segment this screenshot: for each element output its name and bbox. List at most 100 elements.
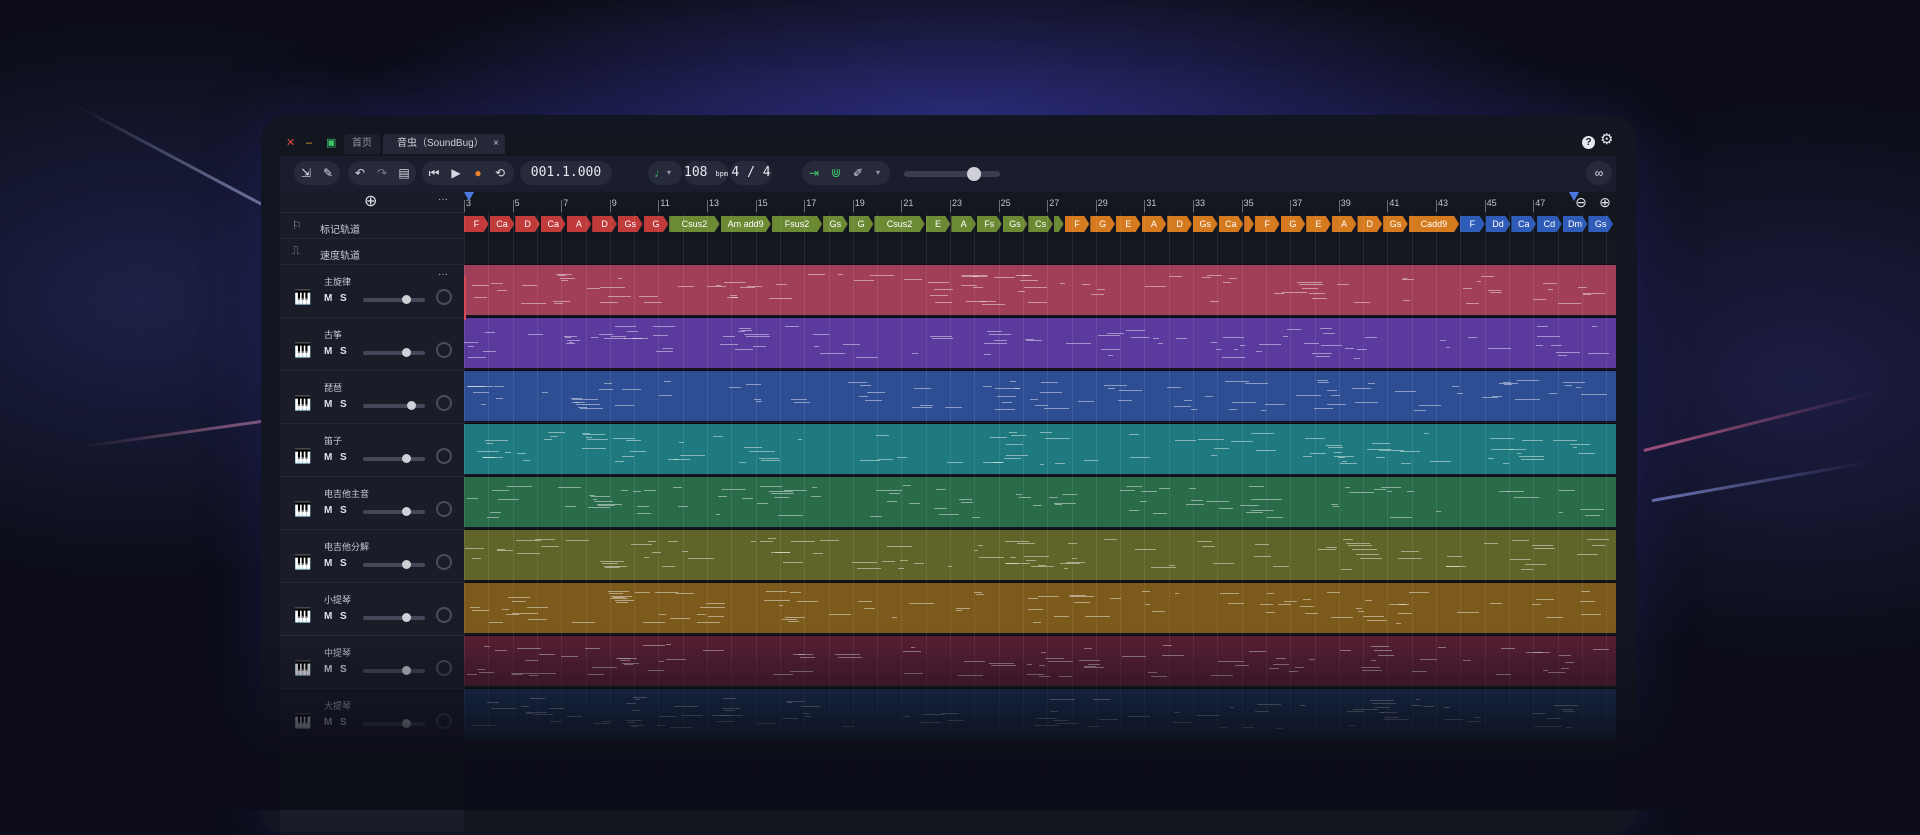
mute-button[interactable]: M xyxy=(324,558,332,569)
position-display[interactable]: 001.1.000 xyxy=(520,161,612,185)
volume-slider[interactable] xyxy=(363,613,425,622)
add-track-icon[interactable]: ⊕ xyxy=(364,192,377,212)
chord-block[interactable]: G xyxy=(644,216,669,232)
chord-block[interactable]: Cs xyxy=(1028,216,1053,232)
track-clip[interactable] xyxy=(464,423,1616,474)
zoom-in-icon[interactable]: ⊕ xyxy=(1596,193,1614,211)
chord-block[interactable]: Cadd9 xyxy=(1409,216,1459,232)
edit-icon[interactable]: ✎ xyxy=(316,161,340,185)
solo-button[interactable]: S xyxy=(340,399,347,410)
solo-button[interactable]: S xyxy=(340,505,347,516)
mute-button[interactable]: M xyxy=(324,505,332,516)
chord-block[interactable]: F xyxy=(1255,216,1280,232)
master-volume-slider[interactable] xyxy=(904,167,1000,181)
volume-knob[interactable] xyxy=(402,560,412,569)
mute-button[interactable]: M xyxy=(324,293,332,304)
chord-block[interactable]: Csus2 xyxy=(874,216,924,232)
track-header[interactable]: 🎹 电吉他主音 M S xyxy=(280,476,464,529)
volume-knob[interactable] xyxy=(402,348,412,357)
chord-block[interactable]: F xyxy=(1065,216,1090,232)
chord-block[interactable]: Dm xyxy=(1563,216,1588,232)
export-icon[interactable]: ⇲ xyxy=(294,161,318,185)
chord-block[interactable]: F xyxy=(1460,216,1485,232)
track-clip[interactable] xyxy=(464,370,1616,421)
undo-icon[interactable]: ↶ xyxy=(348,161,372,185)
mute-button[interactable]: M xyxy=(324,452,332,463)
chord-block[interactable]: Gs xyxy=(618,216,643,232)
redo-icon[interactable]: ↷ xyxy=(370,161,394,185)
time-signature-display[interactable]: 4 / 4 xyxy=(730,161,772,185)
track-header[interactable]: 🎹 琵琶 M S xyxy=(280,370,464,423)
tempo-display[interactable]: 108 bpm xyxy=(684,161,728,185)
chord-block[interactable]: A xyxy=(1332,216,1357,232)
track-header[interactable]: 🎹 电吉他分解 M S xyxy=(280,529,464,582)
solo-button[interactable]: S xyxy=(340,452,347,463)
more-icon[interactable]: ··· xyxy=(438,194,448,205)
tab-project[interactable]: 音虫（SoundBug） × xyxy=(383,134,505,154)
volume-slider[interactable] xyxy=(363,401,425,410)
solo-button[interactable]: S xyxy=(340,558,347,569)
chord-block[interactable] xyxy=(1244,216,1254,232)
chord-block[interactable]: G xyxy=(1090,216,1115,232)
timeline-ruler[interactable]: 3 5 7 9 11 13 15 17 19 21 23 25 27 29 31 33 35 37 39 41 43 45… xyxy=(464,192,1616,212)
zoom-out-icon[interactable]: ⊖ xyxy=(1572,193,1590,211)
tempo-track-row[interactable]: ⎍ 速度轨道 xyxy=(280,238,464,265)
close-icon[interactable]: ✕ xyxy=(286,137,295,149)
track-more-icon[interactable]: ··· xyxy=(438,269,448,280)
track-clip[interactable] xyxy=(464,317,1616,368)
volume-slider[interactable] xyxy=(363,295,425,304)
maximize-icon[interactable]: ▣ xyxy=(326,137,336,149)
chord-block[interactable]: A xyxy=(567,216,592,232)
link-icon[interactable]: ⇥ xyxy=(802,161,826,185)
volume-knob[interactable] xyxy=(402,613,412,622)
minimize-icon[interactable]: – xyxy=(306,137,312,149)
chord-block[interactable]: Dd xyxy=(1486,216,1511,232)
close-tab-icon[interactable]: × xyxy=(493,134,499,154)
loop-mode-button[interactable]: ∞ xyxy=(1586,161,1612,185)
chord-block[interactable]: D xyxy=(592,216,617,232)
marker-track-row[interactable]: ⚐ 标记轨道 xyxy=(280,212,464,239)
tab-home[interactable]: 首页 xyxy=(344,134,380,154)
chord-block[interactable]: Gs xyxy=(1588,216,1613,232)
chevron-down-icon[interactable]: ▾ xyxy=(662,161,676,185)
track-header[interactable]: 🎹 小提琴 M S xyxy=(280,582,464,635)
track-header[interactable]: 🎹 主旋律 M S ··· xyxy=(280,264,464,317)
pan-knob[interactable] xyxy=(436,289,452,305)
pan-knob[interactable] xyxy=(436,554,452,570)
mute-button[interactable]: M xyxy=(324,399,332,410)
track-clip[interactable] xyxy=(464,582,1616,633)
solo-button[interactable]: S xyxy=(340,293,347,304)
chord-block[interactable]: Gs xyxy=(823,216,848,232)
chord-block[interactable] xyxy=(1054,216,1064,232)
master-volume-knob[interactable] xyxy=(967,167,981,181)
volume-knob[interactable] xyxy=(402,507,412,516)
pan-knob[interactable] xyxy=(436,342,452,358)
volume-slider[interactable] xyxy=(363,348,425,357)
chord-block[interactable]: Gs xyxy=(1193,216,1218,232)
solo-button[interactable]: S xyxy=(340,611,347,622)
pan-knob[interactable] xyxy=(436,607,452,623)
chord-block[interactable]: F xyxy=(464,216,489,232)
chord-block[interactable]: Ca xyxy=(490,216,515,232)
mute-button[interactable]: M xyxy=(324,346,332,357)
chord-block[interactable]: E xyxy=(1306,216,1331,232)
volume-knob[interactable] xyxy=(402,454,412,463)
volume-knob[interactable] xyxy=(407,401,417,410)
track-header[interactable]: 🎹 古筝 M S xyxy=(280,317,464,370)
chord-block[interactable]: D xyxy=(1357,216,1382,232)
pan-knob[interactable] xyxy=(436,501,452,517)
play-icon[interactable]: ▶ xyxy=(444,161,468,185)
solo-button[interactable]: S xyxy=(340,346,347,357)
skip-back-icon[interactable]: ⏮ xyxy=(422,161,446,185)
track-clip[interactable] xyxy=(464,264,1616,315)
loop-icon[interactable]: ⟲ xyxy=(488,161,512,185)
save-icon[interactable]: ▤ xyxy=(392,161,416,185)
pan-knob[interactable] xyxy=(436,395,452,411)
volume-slider[interactable] xyxy=(363,454,425,463)
playhead-marker-icon[interactable] xyxy=(464,192,474,201)
track-clip[interactable] xyxy=(464,476,1616,527)
track-clip[interactable] xyxy=(464,529,1616,580)
chord-block[interactable]: D xyxy=(1167,216,1192,232)
track-header[interactable]: 🎹 笛子 M S xyxy=(280,423,464,476)
volume-knob[interactable] xyxy=(402,295,412,304)
